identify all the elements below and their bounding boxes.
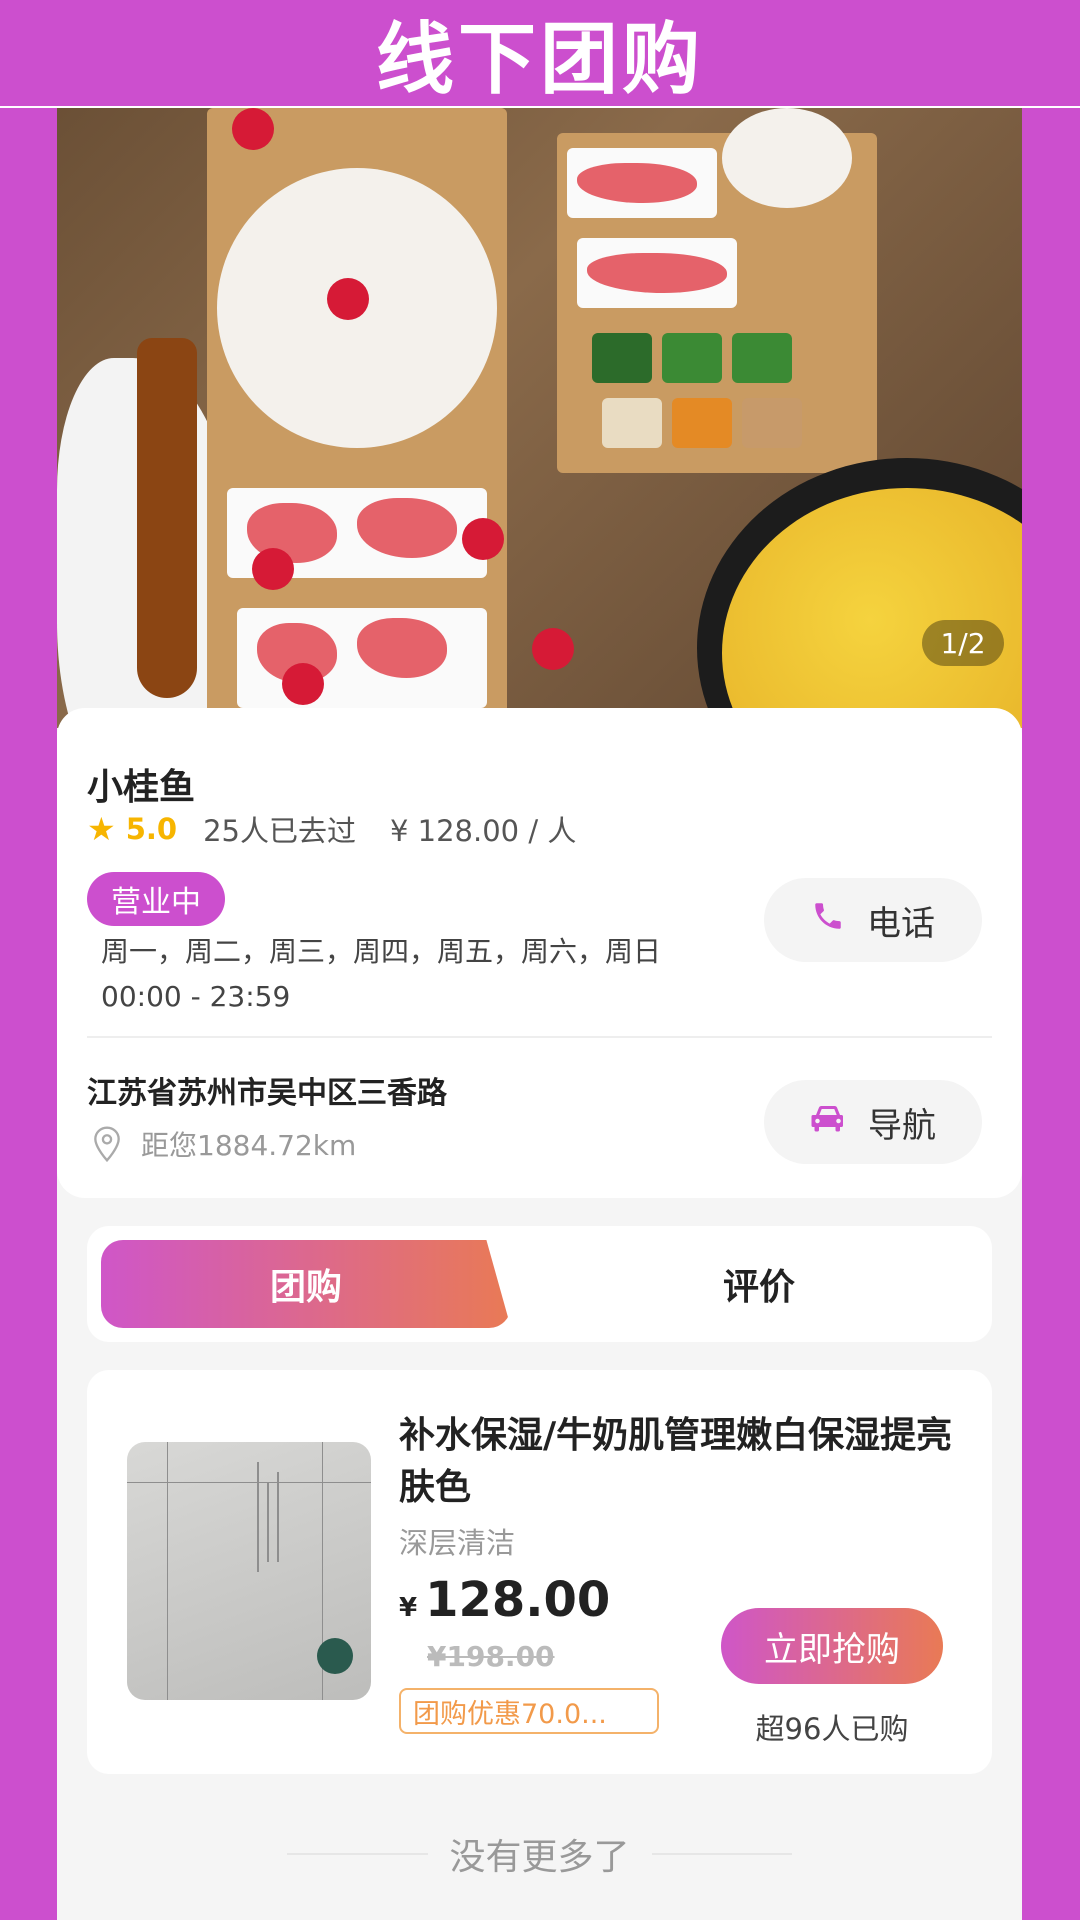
thumb-line	[257, 1462, 259, 1572]
open-days: 周一，周二，周三，周四，周五，周六，周日	[101, 935, 662, 968]
page-content[interactable]: 1/2 小桂鱼 ★ 5.0 25人已去过 ¥ 128.00 / 人 营业中 周一…	[57, 108, 1022, 1920]
photo-rose-center	[327, 278, 369, 320]
deal-thumbnail[interactable]	[127, 1442, 371, 1700]
divider	[87, 1036, 992, 1038]
car-icon	[810, 1102, 846, 1142]
deal-price: ¥ 128.00	[399, 1572, 610, 1628]
photo-rose	[462, 518, 504, 560]
thumb-line	[127, 1482, 371, 1483]
photo-veg-dish	[662, 333, 722, 383]
list-end-indicator: 没有更多了	[287, 1828, 793, 1880]
photo-veg-dish	[732, 333, 792, 383]
distance-row: 距您1884.72km	[93, 1124, 356, 1164]
rating-value: 5.0	[125, 812, 178, 846]
store-name: 小桂鱼	[87, 767, 196, 808]
tab-reviews[interactable]: 评价	[539, 1240, 979, 1328]
rating-row: ★ 5.0 25人已去过 ¥ 128.00 / 人	[87, 808, 576, 850]
currency-symbol: ¥	[399, 1593, 418, 1623]
deal-card[interactable]: 补水保湿/牛奶肌管理嫩白保湿提亮肤色 深层清洁 ¥ 128.00 ¥198.00…	[87, 1370, 992, 1774]
end-line-right	[651, 1853, 793, 1855]
end-text: 没有更多了	[449, 1837, 630, 1878]
photo-veg-dish	[602, 398, 662, 448]
navigate-button-label: 导航	[868, 1105, 936, 1146]
tab-group-buy[interactable]: 团购	[101, 1240, 511, 1328]
store-photo-carousel[interactable]: 1/2	[57, 108, 1022, 728]
photo-rose	[532, 628, 574, 670]
app-header: 线下团购	[0, 0, 1080, 108]
location-pin-icon	[94, 1126, 120, 1162]
photo-plate-small	[722, 108, 852, 208]
star-icon: ★	[87, 810, 116, 848]
sold-count: 超96人已购	[755, 1712, 909, 1746]
deal-title: 补水保湿/牛奶肌管理嫩白保湿提亮肤色	[399, 1415, 953, 1508]
store-info-card: 小桂鱼 ★ 5.0 25人已去过 ¥ 128.00 / 人 营业中 周一，周二，…	[57, 708, 1022, 1198]
price-value: 128.00	[425, 1572, 611, 1628]
store-address: 江苏省苏州市吴中区三香路	[87, 1076, 447, 1111]
photo-veg-dish	[672, 398, 732, 448]
discount-tag: 团购优惠70.0...	[399, 1688, 659, 1734]
tab-bar: 团购 评价	[87, 1226, 992, 1342]
open-hours: 00:00 - 23:59	[101, 980, 291, 1013]
distance-text: 距您1884.72km	[141, 1129, 357, 1162]
navigate-button[interactable]: 导航	[764, 1080, 982, 1164]
call-button[interactable]: 电话	[764, 878, 982, 962]
phone-icon	[811, 899, 845, 942]
status-badge: 营业中	[87, 872, 225, 926]
photo-veg-dish	[592, 333, 652, 383]
buy-now-button[interactable]: 立即抢购	[721, 1608, 943, 1684]
end-line-left	[287, 1853, 428, 1855]
thumb-line	[277, 1472, 279, 1562]
photo-veg-dish	[742, 398, 802, 448]
thumb-line	[267, 1482, 269, 1562]
original-price: ¥198.00	[427, 1640, 555, 1673]
price-per-person: ¥ 128.00 / 人	[389, 814, 577, 848]
product-logo	[317, 1638, 353, 1674]
thumb-line	[167, 1442, 168, 1700]
deal-subtitle: 深层清洁	[399, 1526, 516, 1560]
visit-count: 25人已去过	[203, 814, 356, 848]
page-title: 线下团购	[375, 15, 704, 105]
photo-rose-top	[232, 108, 274, 150]
photo-spoon	[137, 338, 197, 698]
photo-rose	[252, 548, 294, 590]
photo-rose	[282, 663, 324, 705]
image-counter: 1/2	[922, 620, 1004, 666]
call-button-label: 电话	[867, 903, 935, 944]
